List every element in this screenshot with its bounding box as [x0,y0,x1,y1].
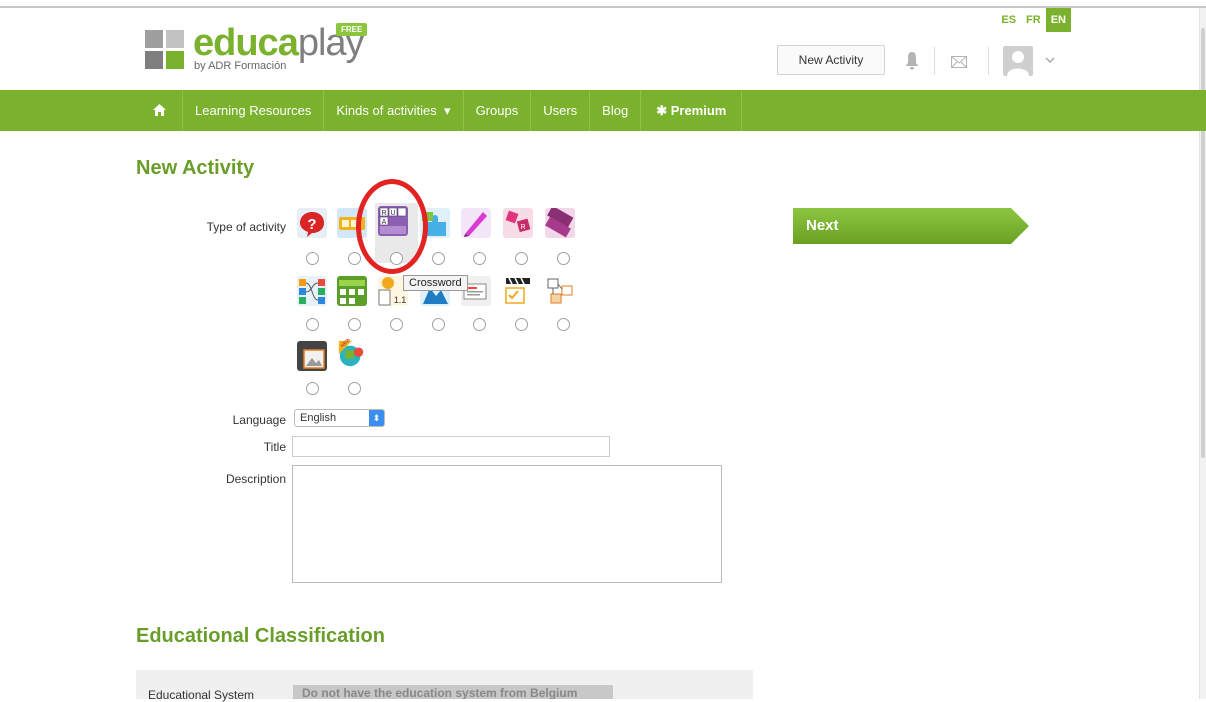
writing-icon[interactable] [461,208,491,238]
nav-learning-resources[interactable]: Learning Resources [183,90,325,131]
activity-radio[interactable] [473,252,486,265]
description-label: Description [225,472,286,486]
language-label: Language [232,413,286,427]
educational-system-select[interactable]: Do not have the education system from Be… [293,685,613,699]
main-navbar: Learning Resources Kinds of activities ▾… [0,90,1206,131]
activity-radio[interactable] [306,318,319,331]
activity-radio[interactable] [557,252,570,265]
word-letters-icon[interactable] [545,208,575,238]
nav-users[interactable]: Users [531,90,591,131]
svg-text:?: ? [307,216,316,233]
svg-text:R: R [520,224,525,231]
bell-icon[interactable] [905,52,919,70]
nav-kinds-label: Kinds of activities [336,103,437,118]
lang-en[interactable]: EN [1045,8,1071,32]
nav-premium[interactable]: ✱ Premium [641,90,743,131]
video-quiz-icon[interactable] [503,276,533,306]
word-grid-icon[interactable] [337,276,367,306]
select-arrow-icon: ⬍ [369,410,384,426]
mail-icon[interactable] [951,56,967,68]
page-title: New Activity [136,157,255,179]
activity-radio[interactable] [306,382,319,395]
activity-radio[interactable] [515,318,528,331]
language-switcher: ES FR EN [996,8,1071,32]
avatar-icon[interactable] [1003,46,1033,76]
logo-byline: by ADR Formación [194,60,287,72]
language-value: English [300,412,337,424]
quiz-icon[interactable]: ? [297,208,327,238]
activity-radio[interactable] [306,252,319,265]
lang-es[interactable]: ES [996,8,1021,32]
logo-square [166,51,184,69]
divider [934,47,935,75]
word-search-icon[interactable]: R [503,208,533,238]
language-select[interactable]: English ⬍ [294,409,385,427]
new-activity-button[interactable]: New Activity [777,45,885,75]
title-label: Title [263,440,286,454]
highlight-circle [356,179,428,274]
activity-radio[interactable] [390,318,403,331]
nav-premium-label: Premium [670,103,727,118]
home-icon [153,104,166,116]
chevron-down-icon[interactable] [1045,57,1055,64]
activity-radio[interactable] [348,382,361,395]
educaplay-logo[interactable]: educaplay by ADR Formación FREE [145,22,385,76]
type-of-activity-label: Type of activity [206,220,286,234]
caret-icon: ▾ [444,103,451,118]
lang-fr[interactable]: FR [1021,8,1046,32]
divider [988,47,989,75]
nav-kinds-of-activities[interactable]: Kinds of activities ▾ [324,90,464,131]
logo-word-educa: educa [193,22,299,64]
logo-square [145,30,163,48]
activity-radio[interactable] [348,318,361,331]
nav-home[interactable] [137,90,183,131]
new-game-icon[interactable]: NEW [337,339,367,369]
next-label: Next [806,217,839,234]
star-icon: ✱ [656,103,668,118]
educational-system-label: Educational System [148,688,255,702]
free-badge: FREE [336,23,368,36]
activity-radio[interactable] [432,252,445,265]
image-icon[interactable] [297,341,327,371]
title-input[interactable] [292,436,610,457]
relate-icon[interactable] [297,276,327,306]
svg-text:1.1: 1.1 [394,295,407,305]
crossword-tooltip: Crossword [403,275,468,291]
logo-square [166,30,184,48]
nav-groups[interactable]: Groups [464,90,532,131]
activity-radio[interactable] [348,252,361,265]
activity-radio[interactable] [473,318,486,331]
diagram-icon[interactable] [545,276,575,306]
nav-blog[interactable]: Blog [590,90,642,131]
classification-title: Educational Classification [136,625,385,647]
activity-radio[interactable] [557,318,570,331]
activity-radio[interactable] [515,252,528,265]
activity-radio[interactable] [432,318,445,331]
description-textarea[interactable] [292,465,722,583]
logo-square [145,51,163,69]
